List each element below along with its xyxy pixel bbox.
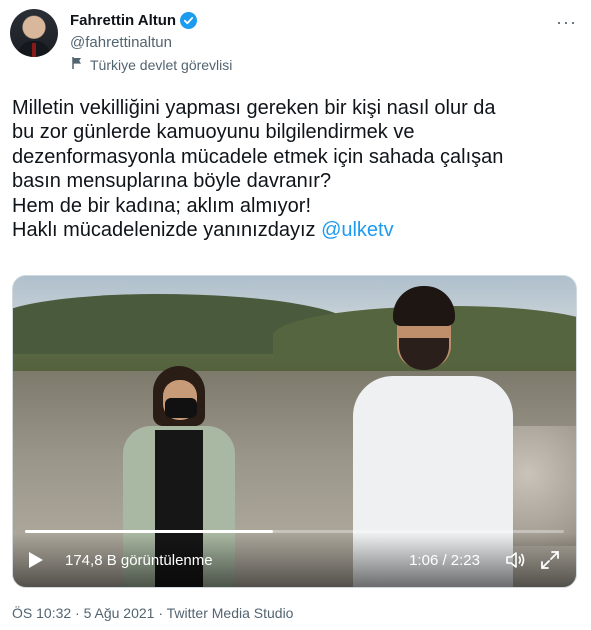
view-count: 174,8 B görüntülenme (65, 551, 213, 569)
tweet-line: Milletin vekilliğini yapması gereken bir… (12, 97, 496, 119)
video-time: 1:06 / 2:23 (409, 551, 480, 569)
author-name-row[interactable]: Fahrettin Altun (70, 12, 198, 29)
fullscreen-icon[interactable] (538, 548, 562, 572)
mention-link[interactable]: @ulketv (321, 219, 394, 241)
woman-mask (165, 398, 197, 418)
tweet-line: bu zor günlerde kamuoyunu bilgilendirmek… (12, 121, 415, 144)
government-label-text: Türkiye devlet görevlisi (90, 56, 233, 73)
video-controls: 174,8 B görüntülenme 1:06 / 2:23 (13, 533, 576, 587)
volume-icon[interactable] (504, 548, 528, 572)
avatar-tie (32, 43, 36, 57)
tweet-line: dezenformasyonla mücadele etmek için sah… (12, 145, 504, 168)
play-icon[interactable] (27, 551, 45, 569)
author-handle[interactable]: @fahrettinaltun (70, 34, 172, 51)
avatar[interactable] (10, 9, 58, 57)
tweet-timestamp[interactable]: ÖS 10:32 · 5 Ağu 2021 · Twitter Media St… (12, 605, 293, 621)
man-hair (393, 286, 455, 326)
government-label[interactable]: Türkiye devlet görevlisi (70, 56, 232, 73)
video-player[interactable]: 174,8 B görüntülenme 1:06 / 2:23 (12, 275, 577, 588)
man-beard (399, 338, 449, 370)
author-name[interactable]: Fahrettin Altun (70, 12, 176, 29)
verified-badge-icon (180, 12, 198, 29)
more-options-icon[interactable]: ··· (556, 12, 577, 33)
tweet-text: Milletin vekilliğini yapması gereken bir… (12, 96, 582, 242)
tweet-line-text: Haklı mücadelenizde yanınızdayız (12, 219, 316, 242)
tweet-line: basın mensuplarına böyle davranır? (12, 170, 332, 193)
tweet-line-last: Haklı mücadelenizde yanınızdayız @ulketv (12, 218, 582, 242)
flag-icon (70, 56, 84, 73)
tweet-line: Hem de bir kadına; aklım almıyor! (12, 194, 311, 217)
